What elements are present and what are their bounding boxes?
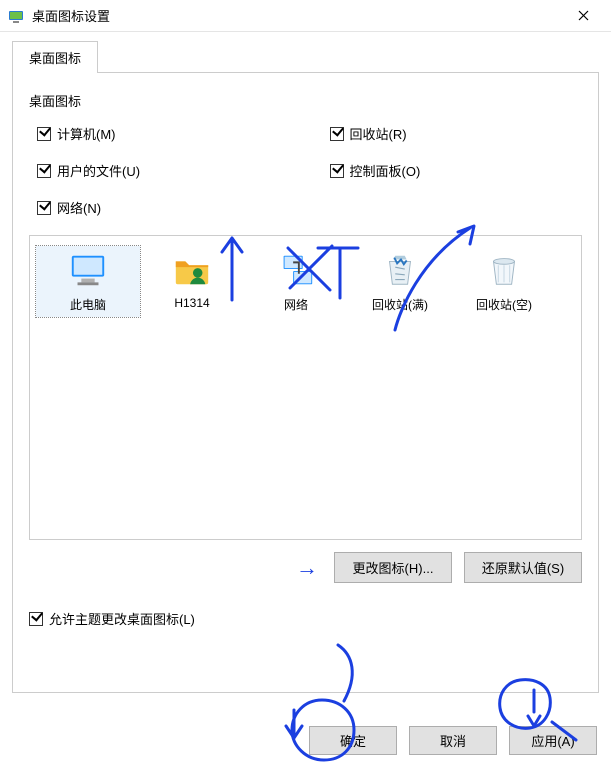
icon-label: H1314 bbox=[142, 296, 242, 310]
dialog-footer: 确定 取消 应用(A) bbox=[309, 726, 597, 755]
allow-theme-checkbox[interactable]: 允许主题更改桌面图标(L) bbox=[29, 609, 582, 628]
icon-buttons-row: → 更改图标(H)... 还原默认值(S) bbox=[29, 552, 582, 583]
monitor-icon bbox=[68, 250, 108, 290]
icon-recycle-full[interactable]: 回收站(满) bbox=[348, 246, 452, 317]
recycle-empty-icon bbox=[484, 250, 524, 290]
icon-label: 网络 bbox=[246, 296, 346, 313]
checkbox-userfiles[interactable]: 用户的文件(U) bbox=[37, 161, 290, 180]
window-titlebar: 桌面图标设置 bbox=[0, 0, 611, 32]
ok-button[interactable]: 确定 bbox=[309, 726, 397, 755]
icon-label: 回收站(空) bbox=[454, 296, 554, 313]
icon-preview-panel: 此电脑 H1314 bbox=[29, 235, 582, 540]
checkbox-label: 允许主题更改桌面图标(L) bbox=[49, 609, 195, 628]
tab-label: 桌面图标 bbox=[29, 51, 81, 66]
checkbox-label: 回收站(R) bbox=[350, 124, 407, 143]
button-label: 应用(A) bbox=[531, 734, 574, 749]
app-icon bbox=[8, 8, 24, 24]
tab-content: 桌面图标 计算机(M) 回收站(R) 用户的文件(U) 控制面板(O) 网络(N… bbox=[12, 73, 599, 693]
checkbox-computer[interactable]: 计算机(M) bbox=[37, 124, 290, 143]
apply-button[interactable]: 应用(A) bbox=[509, 726, 597, 755]
checkbox-grid: 计算机(M) 回收站(R) 用户的文件(U) 控制面板(O) 网络(N) bbox=[29, 124, 582, 217]
restore-defaults-button[interactable]: 还原默认值(S) bbox=[464, 552, 582, 583]
checkbox-network[interactable]: 网络(N) bbox=[37, 198, 290, 217]
checkbox-box bbox=[330, 164, 344, 178]
checkbox-label: 用户的文件(U) bbox=[57, 161, 140, 180]
icon-recycle-empty[interactable]: 回收站(空) bbox=[452, 246, 556, 317]
icon-label: 此电脑 bbox=[38, 296, 138, 313]
checkbox-recycle[interactable]: 回收站(R) bbox=[330, 124, 583, 143]
recycle-full-icon bbox=[380, 250, 420, 290]
checkbox-box bbox=[29, 612, 43, 626]
tab-strip: 桌面图标 bbox=[12, 40, 599, 73]
change-icon-button[interactable]: 更改图标(H)... bbox=[334, 552, 452, 583]
user-folder-icon bbox=[172, 250, 212, 290]
tab-desktop-icons[interactable]: 桌面图标 bbox=[12, 41, 98, 73]
network-icon bbox=[276, 250, 316, 290]
icon-row: 此电脑 H1314 bbox=[36, 246, 575, 317]
close-button[interactable] bbox=[563, 2, 603, 30]
checkbox-box bbox=[330, 127, 344, 141]
icon-label: 回收站(满) bbox=[350, 296, 450, 313]
checkbox-label: 计算机(M) bbox=[57, 124, 116, 143]
button-label: 确定 bbox=[340, 734, 366, 749]
checkbox-controlpanel[interactable]: 控制面板(O) bbox=[330, 161, 583, 180]
group-label: 桌面图标 bbox=[29, 91, 582, 110]
button-label: 更改图标(H)... bbox=[353, 561, 434, 576]
checkbox-label: 网络(N) bbox=[57, 198, 101, 217]
checkbox-box bbox=[37, 164, 51, 178]
checkbox-box bbox=[37, 127, 51, 141]
checkbox-box bbox=[37, 201, 51, 215]
button-label: 还原默认值(S) bbox=[482, 561, 564, 576]
icon-thispc[interactable]: 此电脑 bbox=[36, 246, 140, 317]
icon-network[interactable]: 网络 bbox=[244, 246, 348, 317]
icon-userfolder[interactable]: H1314 bbox=[140, 246, 244, 317]
cancel-button[interactable]: 取消 bbox=[409, 726, 497, 755]
annotation-arrow-icon: → bbox=[296, 555, 318, 581]
window-title: 桌面图标设置 bbox=[32, 6, 563, 25]
button-label: 取消 bbox=[440, 734, 466, 749]
checkbox-label: 控制面板(O) bbox=[350, 161, 421, 180]
dialog-body: 桌面图标 桌面图标 计算机(M) 回收站(R) 用户的文件(U) 控制面板(O) bbox=[0, 32, 611, 693]
